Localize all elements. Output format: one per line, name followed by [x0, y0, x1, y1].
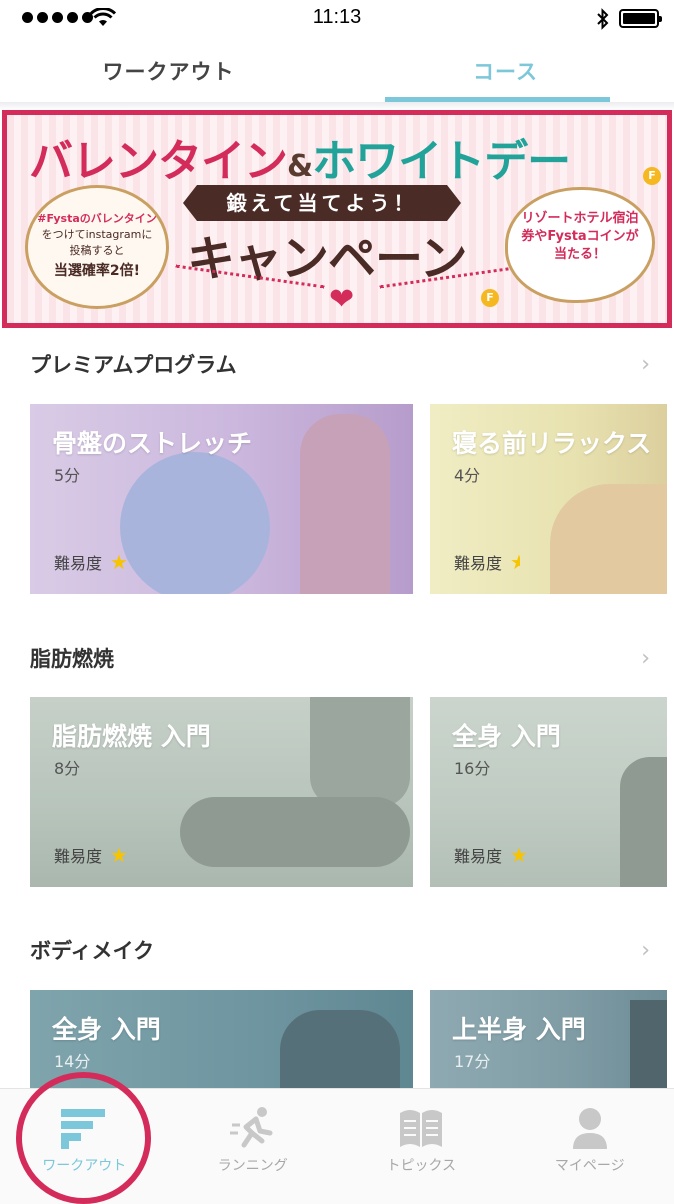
card-title: 全身 入門 — [452, 722, 561, 751]
book-icon — [400, 1110, 443, 1147]
course-card[interactable]: 脂肪燃焼 入門 8分 難易度 ★ — [30, 697, 413, 887]
banner-title-amp: & — [287, 149, 313, 184]
banner-title-valentine: バレンタイン — [29, 136, 288, 187]
course-card[interactable]: 寝る前リラックス 4分 難易度 ★ — [430, 404, 667, 594]
person-icon — [572, 1108, 607, 1149]
tab-divider — [0, 102, 674, 110]
chevron-right-icon: › — [641, 351, 650, 377]
banner-ribbon: 鍛えて当てよう！ — [183, 185, 461, 221]
person-image — [300, 414, 390, 594]
nav-label: トピックス — [386, 1158, 457, 1174]
course-card[interactable]: 全身 入門 16分 難易度 ★ — [430, 697, 667, 887]
badge-post-text: 投稿すると — [69, 244, 125, 257]
person-image — [310, 697, 410, 807]
nav-label: マイページ — [554, 1158, 625, 1174]
card-duration: 14分 — [54, 1052, 91, 1071]
fysta-coin-icon: F — [643, 167, 661, 185]
course-card[interactable]: 上半身 入門 17分 — [430, 990, 667, 1088]
card-duration: 16分 — [454, 759, 491, 778]
workout-icon — [61, 1109, 106, 1149]
card-difficulty: 難易度 ★ — [454, 843, 528, 867]
nav-label: ランニング — [217, 1158, 288, 1174]
status-bar: 11:13 — [0, 0, 674, 40]
course-card[interactable]: 全身 入門 14分 — [30, 990, 413, 1088]
chevron-right-icon: › — [641, 937, 650, 963]
card-duration: 4分 — [454, 466, 481, 485]
campaign-banner[interactable]: バレンタイン&ホワイトデー F F 鍛えて当てよう！ キャンペーン ❤ #Fys… — [2, 110, 672, 328]
badge-hashtag-text: #Fystaのバレンタイン — [37, 212, 157, 225]
prize-text: リゾートホテル宿泊券やFystaコインが当たる！ — [521, 211, 639, 262]
section-header-body-make[interactable]: ボディメイク › — [30, 930, 650, 970]
person-image — [630, 1000, 667, 1088]
section-header-premium[interactable]: プレミアムプログラム › — [30, 344, 650, 384]
running-icon — [229, 1107, 273, 1148]
nav-item-mypage[interactable]: マイページ — [506, 1089, 674, 1204]
heart-icon: ❤ — [329, 282, 355, 317]
person-image — [280, 1010, 400, 1088]
card-duration: 5分 — [54, 466, 81, 485]
person-image — [620, 757, 667, 887]
section-title: 脂肪燃焼 — [30, 647, 114, 671]
top-tab-bar: ワークアウト コース — [0, 40, 674, 102]
difficulty-label: 難易度 — [54, 554, 103, 573]
nav-item-workout[interactable]: ワークアウト — [0, 1089, 169, 1204]
section-header-fat-burn[interactable]: 脂肪燃焼 › — [30, 638, 650, 678]
card-difficulty: 難易度 ★ — [454, 550, 520, 574]
nav-item-topics[interactable]: トピックス — [337, 1089, 506, 1204]
card-difficulty: 難易度 ★ — [54, 550, 128, 574]
card-duration: 17分 — [454, 1052, 491, 1071]
status-time: 11:13 — [312, 6, 362, 28]
bottom-nav: ワークアウト ランニング トピックス マイページ — [0, 1088, 674, 1204]
card-duration: 8分 — [54, 759, 81, 778]
card-difficulty: 難易度 ★ — [54, 843, 128, 867]
nav-item-running[interactable]: ランニング — [169, 1089, 338, 1204]
banner-prize-cloud: リゾートホテル宿泊券やFystaコインが当たる！ — [505, 187, 655, 303]
fysta-coin-icon: F — [481, 289, 499, 307]
tab-course[interactable]: コース — [337, 40, 674, 102]
nav-label: ワークアウト — [42, 1158, 127, 1174]
bluetooth-icon — [597, 8, 609, 30]
star-icon: ★ — [510, 843, 528, 867]
star-icon: ★ — [110, 843, 128, 867]
card-title: 脂肪燃焼 入門 — [52, 722, 211, 751]
person-legs-image — [180, 797, 410, 867]
chevron-right-icon: › — [641, 645, 650, 671]
banner-title-whiteday: ホワイトデー — [312, 136, 571, 187]
difficulty-label: 難易度 — [454, 554, 503, 573]
section-title: プレミアムプログラム — [30, 353, 237, 377]
card-title: 骨盤のストレッチ — [52, 429, 253, 458]
person-image — [550, 484, 667, 594]
badge-odds-text: 当選確率2倍! — [53, 263, 141, 279]
course-card[interactable]: 骨盤のストレッチ 5分 難易度 ★ — [30, 404, 413, 594]
difficulty-label: 難易度 — [454, 847, 503, 866]
banner-title: バレンタイン&ホワイトデー — [29, 125, 571, 189]
card-title: 全身 入門 — [52, 1015, 161, 1044]
half-star-icon: ★ — [510, 552, 521, 572]
card-title: 寝る前リラックス — [452, 429, 652, 458]
badge-instagram-text: をつけてinstagramに — [41, 228, 153, 241]
difficulty-label: 難易度 — [54, 847, 103, 866]
card-title: 上半身 入門 — [452, 1015, 586, 1044]
battery-icon — [619, 9, 662, 28]
star-icon: ★ — [110, 550, 128, 574]
section-title: ボディメイク — [30, 939, 155, 963]
tab-workout[interactable]: ワークアウト — [0, 40, 337, 102]
ball-image — [120, 452, 270, 594]
banner-instagram-badge: #Fystaのバレンタイン をつけてinstagramに 投稿すると 当選確率2… — [25, 185, 169, 309]
